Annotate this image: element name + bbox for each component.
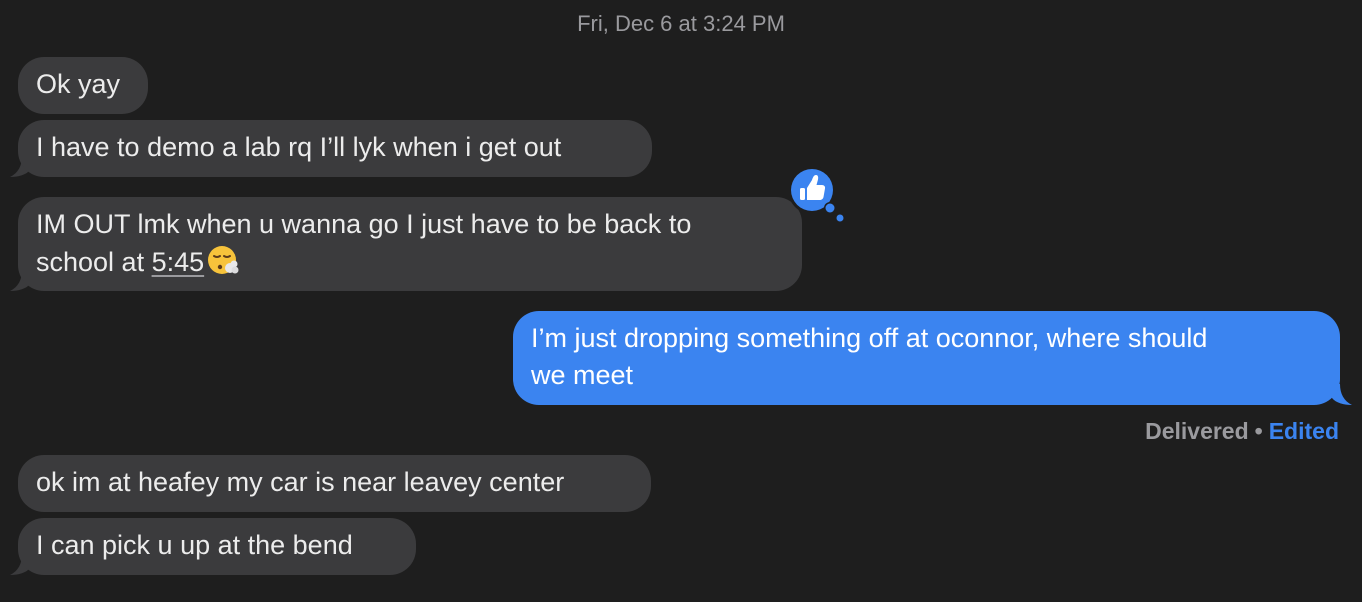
message-bubble-incoming[interactable]: I have to demo a lab rq I’ll lyk when i …: [18, 120, 652, 177]
message-text-line: school at 5:45: [36, 243, 784, 281]
message-text: ok im at heafey my car is near leavey ce…: [36, 467, 565, 497]
message-text-line: I’m just dropping something off at oconn…: [531, 323, 1208, 353]
message-bubble-incoming[interactable]: Ok yay: [18, 57, 148, 114]
thumbs-up-reaction-icon[interactable]: [787, 164, 847, 224]
status-separator: •: [1254, 418, 1263, 444]
message-bubble-incoming[interactable]: I can pick u up at the bend: [18, 518, 416, 575]
message-text: Ok yay: [36, 69, 121, 99]
detected-time-link[interactable]: 5:45: [152, 247, 205, 277]
message-bubble-outgoing[interactable]: I’m just dropping something off at oconn…: [513, 311, 1340, 405]
message-text-line: we meet: [531, 360, 634, 390]
delivered-label: Delivered: [1145, 418, 1249, 444]
face-exhaling-emoji: [208, 246, 239, 274]
message-bubble-incoming[interactable]: IM OUT lmk when u wanna go I just have t…: [18, 197, 802, 291]
message-text: I have to demo a lab rq I’ll lyk when i …: [36, 132, 562, 162]
conversation-timestamp: Fri, Dec 6 at 3:24 PM: [577, 11, 785, 36]
message-text: I can pick u up at the bend: [36, 530, 353, 560]
delivery-status: Delivered • Edited: [1145, 418, 1339, 444]
conversation-view: Fri, Dec 6 at 3:24 PM Ok yay I have to d…: [0, 0, 1362, 602]
edited-link[interactable]: Edited: [1269, 418, 1339, 444]
message-text-line: IM OUT lmk when u wanna go I just have t…: [36, 209, 692, 239]
message-text: school at: [36, 247, 152, 277]
message-bubble-incoming[interactable]: ok im at heafey my car is near leavey ce…: [18, 455, 651, 512]
